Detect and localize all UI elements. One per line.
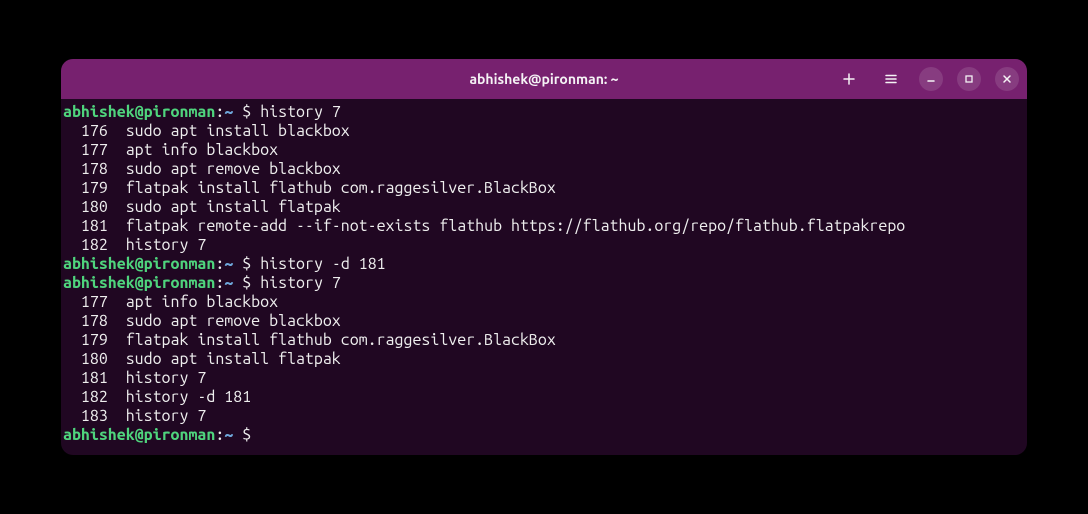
terminal-body[interactable]: abhishek@pironman:~ $ history 7 176 sudo…: [61, 99, 1027, 455]
history-line: 178 sudo apt remove blackbox: [63, 160, 1025, 179]
prompt-path: ~: [224, 103, 233, 121]
close-icon: [1002, 74, 1012, 84]
menu-button[interactable]: [877, 65, 905, 93]
prompt-user: abhishek: [63, 103, 135, 121]
history-line: 183 history 7: [63, 407, 1025, 426]
prompt-line: abhishek@pironman:~ $ history 7: [63, 103, 1025, 122]
terminal-window: abhishek@pironman: ~: [61, 59, 1027, 455]
prompt-colon: :: [215, 255, 224, 273]
prompt-host: pironman: [144, 274, 216, 292]
maximize-icon: [964, 74, 974, 84]
prompt-line: abhishek@pironman:~ $ history 7: [63, 274, 1025, 293]
prompt-at: @: [135, 426, 144, 444]
prompt-colon: :: [215, 103, 224, 121]
history-line: 177 apt info blackbox: [63, 141, 1025, 160]
titlebar[interactable]: abhishek@pironman: ~: [61, 59, 1027, 99]
prompt-host: pironman: [144, 103, 216, 121]
prompt-user: abhishek: [63, 274, 135, 292]
prompt-at: @: [135, 274, 144, 292]
prompt-symbol: $: [242, 103, 251, 121]
prompt-host: pironman: [144, 255, 216, 273]
command-text: history 7: [260, 103, 341, 121]
prompt-path: ~: [224, 274, 233, 292]
history-line: 182 history -d 181: [63, 388, 1025, 407]
history-line: 178 sudo apt remove blackbox: [63, 312, 1025, 331]
history-line: 181 flatpak remote-add --if-not-exists f…: [63, 217, 1025, 236]
minimize-icon: [926, 74, 936, 84]
command-text: history -d 181: [260, 255, 385, 273]
prompt-at: @: [135, 103, 144, 121]
history-line: 177 apt info blackbox: [63, 293, 1025, 312]
new-tab-button[interactable]: [835, 65, 863, 93]
prompt-colon: :: [215, 274, 224, 292]
prompt-colon: :: [215, 426, 224, 444]
history-line: 180 sudo apt install flatpak: [63, 198, 1025, 217]
prompt-line: abhishek@pironman:~ $ history -d 181: [63, 255, 1025, 274]
prompt-line: abhishek@pironman:~ $: [63, 426, 1025, 445]
plus-icon: [842, 72, 856, 86]
prompt-path: ~: [224, 426, 233, 444]
hamburger-icon: [884, 72, 898, 86]
prompt-path: ~: [224, 255, 233, 273]
prompt-symbol: $: [242, 255, 251, 273]
window-title: abhishek@pironman: ~: [469, 71, 618, 87]
history-line: 180 sudo apt install flatpak: [63, 350, 1025, 369]
history-line: 179 flatpak install flathub com.raggesil…: [63, 331, 1025, 350]
titlebar-controls: [835, 65, 1019, 93]
prompt-user: abhishek: [63, 255, 135, 273]
minimize-button[interactable]: [919, 67, 943, 91]
prompt-symbol: $: [242, 426, 251, 444]
history-line: 182 history 7: [63, 236, 1025, 255]
history-line: 181 history 7: [63, 369, 1025, 388]
prompt-user: abhishek: [63, 426, 135, 444]
prompt-symbol: $: [242, 274, 251, 292]
prompt-host: pironman: [144, 426, 216, 444]
history-line: 179 flatpak install flathub com.raggesil…: [63, 179, 1025, 198]
close-button[interactable]: [995, 67, 1019, 91]
command-text: history 7: [260, 274, 341, 292]
prompt-at: @: [135, 255, 144, 273]
maximize-button[interactable]: [957, 67, 981, 91]
history-line: 176 sudo apt install blackbox: [63, 122, 1025, 141]
